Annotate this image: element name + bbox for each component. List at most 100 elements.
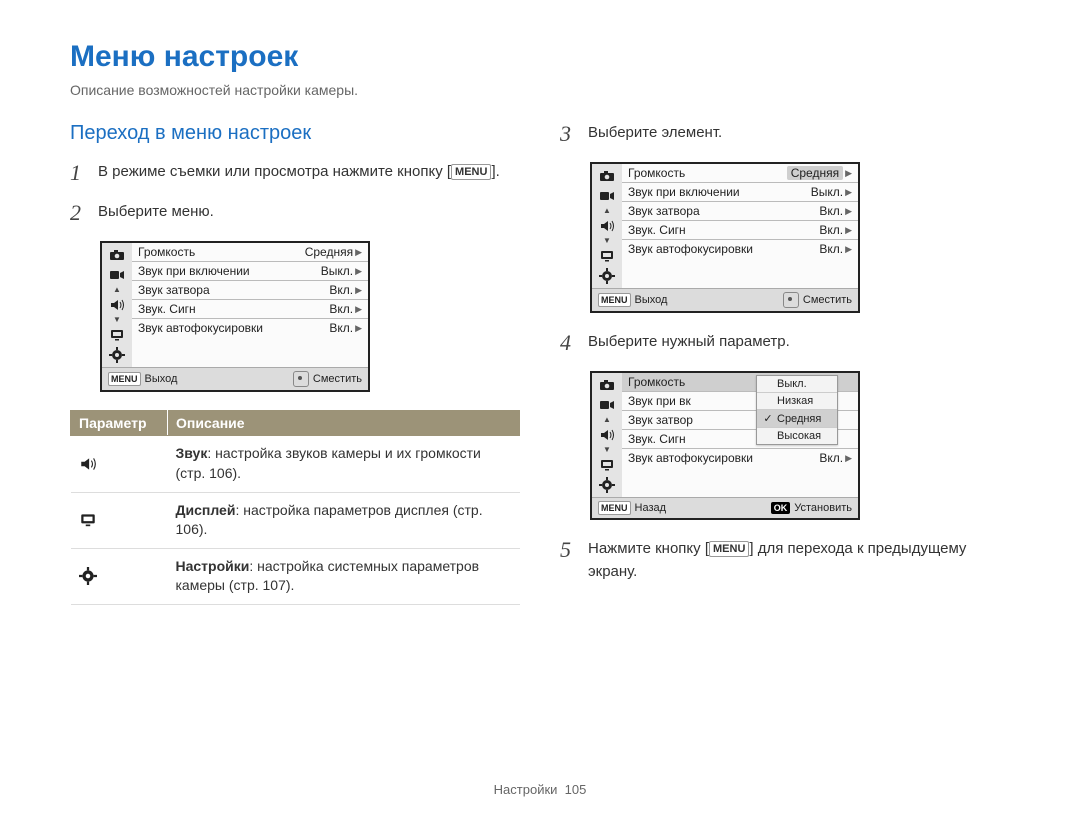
menu-item-label: Громкость	[628, 375, 685, 389]
down-arrow-icon: ▼	[603, 447, 611, 453]
display-icon	[598, 457, 616, 473]
step-3: 3 Выберите элемент.	[560, 122, 1010, 146]
display-icon	[598, 248, 616, 264]
selected-value: Средняя	[787, 166, 843, 180]
menu-badge-small: MENU	[108, 372, 141, 386]
volume-option: Низкая	[777, 395, 813, 407]
table-row: Дисплей: настройка параметров дисплея (с…	[71, 492, 520, 548]
step-4: 4 Выберите нужный параметр.	[560, 331, 1010, 355]
lcd-move-label: Сместить	[313, 373, 362, 385]
menu-badge: MENU	[451, 164, 491, 180]
table-header-param: Параметр	[71, 411, 168, 436]
check-icon: ✓	[763, 412, 773, 425]
step-4-text: Выберите нужный параметр.	[588, 331, 790, 354]
menu-item-label: Звук. Сигн	[138, 302, 196, 316]
down-arrow-icon: ▼	[113, 317, 121, 323]
video-icon	[108, 267, 126, 283]
camera-icon	[598, 168, 616, 184]
camera-icon	[108, 247, 126, 263]
lcd-sidebar: ▲ ▼	[102, 243, 132, 367]
gear-icon	[79, 568, 97, 584]
gear-icon	[598, 477, 616, 493]
gear-icon	[598, 268, 616, 284]
sound-icon	[108, 297, 126, 313]
menu-item-label: Громкость	[138, 245, 195, 259]
lcd-move-label: Сместить	[803, 294, 852, 306]
step-1-text-a: В режиме съемки или просмотра нажмите кн…	[98, 163, 443, 180]
menu-item-label: Звук при включении	[138, 264, 250, 278]
menu-item-label: Звук автофокусировки	[138, 321, 263, 335]
param-name: Звук	[176, 445, 208, 461]
menu-item-label: Звук при вк	[628, 394, 691, 408]
menu-badge-small: MENU	[598, 501, 631, 515]
step-1-text-b: .	[496, 163, 500, 180]
lcd-set-label: Установить	[794, 502, 852, 514]
step-2-text: Выберите меню.	[98, 201, 214, 224]
menu-item-label: Звук. Сигн	[628, 432, 686, 446]
lcd-sidebar: ▲ ▼	[592, 164, 622, 288]
volume-options-panel: Выкл. Низкая ✓ Средняя Высокая	[756, 375, 838, 445]
video-icon	[598, 188, 616, 204]
camera-icon	[598, 377, 616, 393]
menu-badge-small: MENU	[598, 293, 631, 307]
step-number: 5	[560, 538, 578, 562]
menu-badge: MENU	[709, 541, 749, 557]
video-icon	[598, 397, 616, 413]
menu-item-label: Громкость	[628, 166, 685, 180]
lcd-menu-list: ГромкостьСредняя▶ Звук при включенииВыкл…	[132, 243, 368, 367]
footer-page-number: 105	[565, 782, 587, 797]
table-header-desc: Описание	[168, 411, 520, 436]
page-subtitle: Описание возможностей настройки камеры.	[70, 82, 1010, 98]
down-arrow-icon: ▼	[603, 238, 611, 244]
volume-option: Высокая	[777, 430, 821, 442]
volume-option-selected: Средняя	[777, 413, 821, 425]
step-number: 1	[70, 161, 88, 185]
param-desc: : настройка звуков камеры и их громкости…	[176, 445, 481, 481]
param-name: Дисплей	[176, 502, 236, 518]
joystick-icon	[293, 371, 309, 387]
step-1: 1 В режиме съемки или просмотра нажмите …	[70, 161, 520, 185]
table-row: Настройки: настройка системных параметро…	[71, 548, 520, 604]
joystick-icon	[783, 292, 799, 308]
footer-section: Настройки	[494, 782, 558, 797]
sound-icon	[79, 456, 97, 472]
menu-item-label: Звук затвора	[628, 204, 700, 218]
step-2: 2 Выберите меню.	[70, 201, 520, 225]
lcd-screenshot-menu: ▲ ▼ ГромкостьСредняя▶ Звук при включении…	[100, 241, 370, 392]
up-arrow-icon: ▲	[603, 208, 611, 214]
step-5-text-a: Нажмите кнопку [	[588, 540, 709, 557]
ok-badge: OK	[771, 502, 791, 514]
up-arrow-icon: ▲	[603, 417, 611, 423]
display-icon	[79, 512, 97, 528]
section-title: Переход в меню настроек	[70, 122, 520, 145]
menu-item-label: Звук. Сигн	[628, 223, 686, 237]
step-5: 5 Нажмите кнопку [MENU] для перехода к п…	[560, 538, 1010, 583]
menu-item-label: Звук при включении	[628, 185, 740, 199]
page-title: Меню настроек	[70, 40, 1010, 74]
menu-item-label: Звук затвора	[138, 283, 210, 297]
volume-option: Выкл.	[777, 378, 807, 390]
lcd-screenshot-item: ▲ ▼ ГромкостьСредняя▶ Звук при включении…	[590, 162, 860, 313]
sound-icon	[598, 427, 616, 443]
lcd-back-label: Назад	[635, 502, 667, 514]
lcd-menu-list: ГромкостьСредняя▶ Звук при включенииВыкл…	[622, 164, 858, 288]
menu-item-label: Звук автофокусировки	[628, 451, 753, 465]
step-3-text: Выберите элемент.	[588, 122, 722, 145]
menu-item-label: Звук затвор	[628, 413, 693, 427]
table-row: Звук: настройка звуков камеры и их громк…	[71, 436, 520, 492]
gear-icon	[108, 347, 126, 363]
lcd-exit-label: Выход	[145, 373, 178, 385]
menu-item-label: Звук автофокусировки	[628, 242, 753, 256]
sound-icon	[598, 218, 616, 234]
lcd-screenshot-option: ▲ ▼ Громкость Звук при вк Звук затвор Зв…	[590, 371, 860, 520]
display-icon	[108, 327, 126, 343]
step-number: 4	[560, 331, 578, 355]
param-name: Настройки	[176, 558, 250, 574]
step-number: 2	[70, 201, 88, 225]
lcd-sidebar: ▲ ▼	[592, 373, 622, 497]
page-footer: Настройки 105	[0, 782, 1080, 797]
parameter-table: Параметр Описание Звук: настройка звуков…	[70, 410, 520, 605]
lcd-exit-label: Выход	[635, 294, 668, 306]
up-arrow-icon: ▲	[113, 287, 121, 293]
step-number: 3	[560, 122, 578, 146]
